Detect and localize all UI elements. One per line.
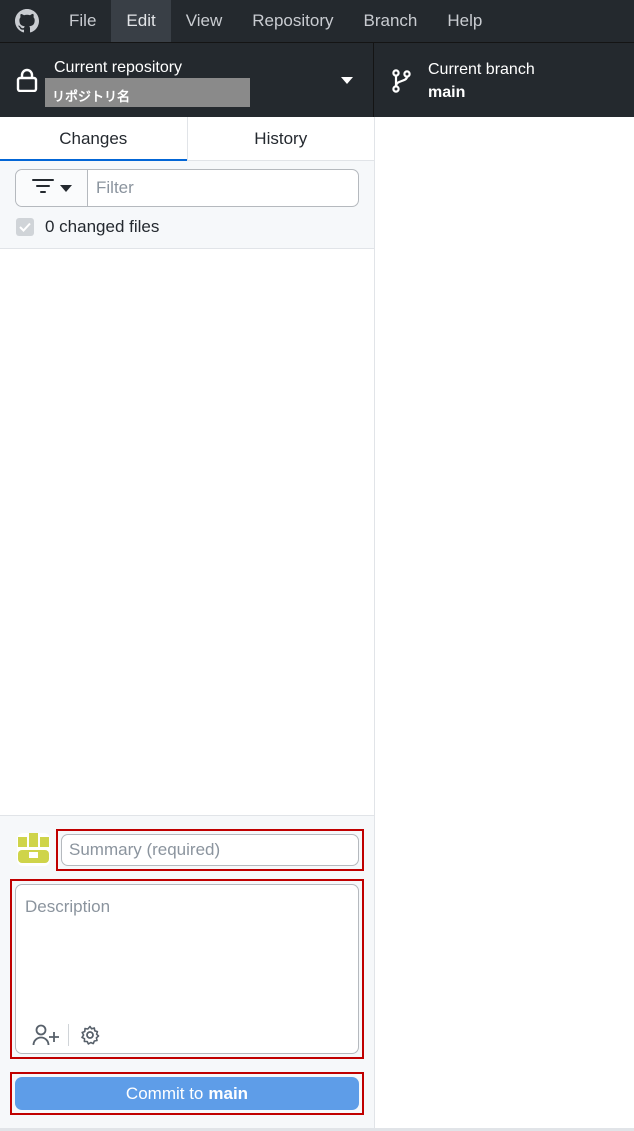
filter-input[interactable] [88, 170, 358, 206]
commit-button[interactable]: Commit to main [15, 1077, 359, 1110]
commit-button-highlight: Commit to main [10, 1072, 364, 1115]
toolbar: Current repository リポジトリ名 Current branch… [0, 42, 634, 117]
filter-icon [31, 178, 54, 199]
changes-panel: Changes History 0 changed files [0, 117, 375, 1128]
select-all-row: 0 changed files [16, 217, 159, 237]
description-highlight: Description [10, 879, 364, 1059]
description-toolbar [30, 1023, 101, 1047]
current-branch-label: Current branch [428, 61, 535, 78]
menu-help[interactable]: Help [432, 0, 497, 42]
changed-files-count: 0 changed files [45, 217, 160, 236]
checkbox-icon[interactable] [16, 218, 34, 236]
tab-changes[interactable]: Changes [0, 117, 187, 162]
menu-repository[interactable]: Repository [237, 0, 348, 42]
add-coauthor-icon[interactable] [30, 1023, 62, 1047]
menu-bar: File Edit View Repository Branch Help [0, 0, 634, 42]
filter-area: 0 changed files [0, 161, 374, 249]
chevron-down-icon [59, 184, 72, 192]
lock-icon [16, 68, 38, 97]
gear-icon[interactable] [79, 1023, 101, 1047]
commit-button-label: Commit to [125, 1083, 204, 1103]
avatar [17, 833, 50, 866]
description-placeholder: Description [25, 897, 111, 916]
tab-bar: Changes History [0, 117, 375, 162]
current-repository-label: Current repository [54, 59, 183, 76]
filter-options-button[interactable] [16, 170, 88, 206]
chevron-down-icon [341, 77, 353, 84]
commit-area: Description Commit to main [0, 815, 374, 1128]
commit-button-branch: main [208, 1083, 249, 1103]
current-branch-button[interactable]: Current branch main [374, 43, 634, 117]
github-logo-icon [0, 0, 54, 42]
file-list [0, 249, 374, 815]
menu-file[interactable]: File [54, 0, 111, 42]
filter-box [15, 169, 359, 207]
menu-edit[interactable]: Edit [111, 0, 171, 42]
diff-panel [375, 117, 634, 1128]
git-branch-icon [392, 69, 412, 98]
description-field[interactable]: Description [15, 884, 359, 1054]
branch-name: main [428, 84, 466, 101]
repository-name: リポジトリ名 [45, 78, 250, 107]
menu-view[interactable]: View [171, 0, 238, 42]
summary-input[interactable] [61, 834, 359, 866]
menu-branch[interactable]: Branch [349, 0, 433, 42]
toolbar-divider [68, 1024, 69, 1046]
summary-highlight [56, 829, 364, 871]
tab-history[interactable]: History [186, 117, 375, 161]
current-repository-button[interactable]: Current repository リポジトリ名 [0, 43, 374, 117]
